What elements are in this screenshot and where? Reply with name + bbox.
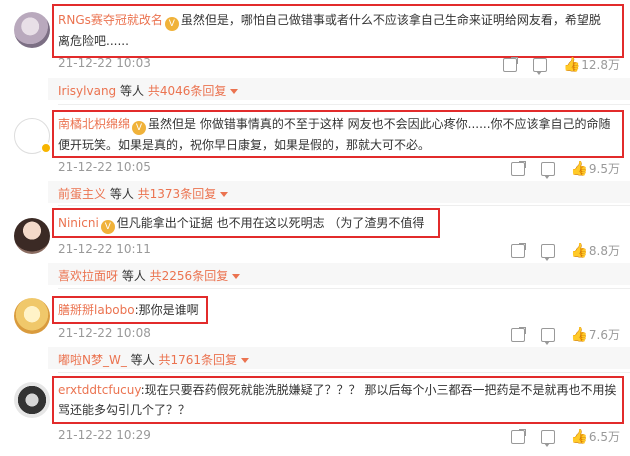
avatar[interactable] — [14, 298, 50, 334]
chevron-down-icon[interactable] — [241, 358, 250, 363]
comment-icon[interactable] — [540, 327, 555, 345]
action-bar: 👍 7.6万 — [495, 326, 620, 345]
comment-body: erxtddtcfucuy:现在只要吞药假死就能洗脱嫌疑了？？？ 那以后每个小三… — [58, 380, 618, 420]
comment-icon[interactable] — [533, 57, 548, 75]
reply-username[interactable]: Irisylvang — [58, 84, 116, 98]
reply-summary[interactable]: 喜欢拉面呀 等人 共2256条回复 — [58, 267, 241, 284]
comment-body: 膳掰掰labobo:那你是谁啊 — [58, 300, 208, 320]
username-link[interactable]: 南橘北枳绵绵 — [58, 117, 130, 131]
comment-body: RNGs赛夺冠就改名 V 虽然但是，哪怕自己做错事或者什么不应该拿自己生命来证明给网… — [58, 10, 618, 51]
avatar[interactable] — [14, 12, 50, 48]
timestamp: 21-12-22 10:29 — [58, 428, 151, 442]
chevron-down-icon[interactable] — [230, 89, 239, 94]
thumbs-up-icon[interactable]: 👍 — [571, 244, 588, 258]
reply-summary[interactable]: 前蛋主义 等人 共1373条回复 — [58, 185, 229, 202]
chevron-down-icon[interactable] — [220, 192, 229, 197]
reply-username[interactable]: 嘟啦N梦_W_ — [58, 353, 127, 367]
reply-count[interactable]: 共2256条回复 — [150, 269, 229, 283]
reply-mid-text: 等人 — [126, 353, 159, 367]
divider — [58, 372, 630, 373]
comment-text: 骂还能多勾引几个了？？ — [58, 403, 191, 417]
like-count: 8.8万 — [588, 244, 620, 258]
comment-body: 南橘北枳绵绵 V 虽然但是 你做错事情真的不至于这样 网友也不会因此心疼你.....… — [58, 114, 618, 155]
avatar[interactable] — [14, 218, 50, 254]
action-bar: 👍 12.8万 — [487, 56, 620, 75]
reply-username[interactable]: 前蛋主义 — [58, 187, 106, 201]
share-icon[interactable] — [510, 428, 526, 444]
reply-count[interactable]: 共1373条回复 — [138, 187, 217, 201]
divider — [58, 205, 630, 206]
comment-text: 那你是谁啊 — [138, 303, 199, 317]
comment-body: Ninicni V 但凡能拿出个证据 也不用在这以死明志 （为了渣男不值得 — [58, 213, 438, 234]
like-count: 9.5万 — [588, 162, 620, 176]
thumbs-up-icon[interactable]: 👍 — [571, 430, 588, 444]
reply-mid-text: 等人 — [106, 187, 138, 201]
username-link[interactable]: Ninicni — [58, 216, 99, 230]
action-bar: 👍 6.5万 — [495, 428, 620, 447]
share-icon[interactable] — [503, 56, 519, 72]
comment-icon[interactable] — [540, 429, 555, 447]
timestamp: 21-12-22 10:08 — [58, 326, 151, 340]
reply-count[interactable]: 共4046条回复 — [148, 84, 227, 98]
username-link[interactable]: erxtddtcfucuy — [58, 383, 141, 397]
comment-text: 虽然但是 你做错事情真的不至于这样 网友也不会因此心疼你......你不应该拿自… — [148, 117, 611, 131]
thumbs-up-icon[interactable]: 👍 — [563, 58, 580, 72]
username-link[interactable]: 膳掰掰labobo — [58, 303, 135, 317]
avatar[interactable] — [14, 382, 50, 418]
divider — [58, 288, 630, 289]
verified-badge-icon — [40, 142, 52, 154]
reply-username[interactable]: 喜欢拉面呀 — [58, 269, 118, 283]
timestamp: 21-12-22 10:05 — [58, 160, 151, 174]
timestamp: 21-12-22 10:11 — [58, 242, 151, 256]
thumbs-up-icon[interactable]: 👍 — [571, 328, 588, 342]
comment-text: 但凡能拿出个证据 也不用在这以死明志 （为了渣男不值得 — [116, 216, 425, 230]
medal-icon: V — [164, 17, 179, 31]
reply-summary[interactable]: Irisylvang 等人 共4046条回复 — [58, 82, 239, 99]
comment-text: 现在只要吞药假死就能洗脱嫌疑了？？？ 那以后每个小三都吞一把药是不是就再也不用挨 — [144, 383, 617, 397]
chevron-down-icon[interactable] — [232, 274, 241, 279]
reply-summary[interactable]: 嘟啦N梦_W_ 等人 共1761条回复 — [58, 351, 250, 368]
share-icon[interactable] — [510, 160, 526, 176]
reply-mid-text: 等人 — [118, 269, 150, 283]
comment-text: 便开玩笑。如果是真的，祝你早日康复，如果是假的，那就大可不必。 — [58, 138, 431, 152]
action-bar: 👍 8.8万 — [495, 242, 620, 261]
comment-text: 离危险吧...... — [58, 34, 129, 48]
like-count: 12.8万 — [581, 58, 620, 72]
medal-icon: V — [132, 121, 147, 135]
divider — [58, 104, 630, 105]
comment-icon[interactable] — [540, 243, 555, 261]
reply-mid-text: 等人 — [116, 84, 148, 98]
timestamp: 21-12-22 10:03 — [58, 56, 151, 70]
username-link[interactable]: RNGs赛夺冠就改名 — [58, 13, 163, 27]
action-bar: 👍 9.5万 — [495, 160, 620, 179]
like-count: 6.5万 — [588, 430, 620, 444]
comment-text: 虽然但是，哪怕自己做错事或者什么不应该拿自己生命来证明给网友看，希望脱 — [180, 13, 601, 27]
reply-count[interactable]: 共1761条回复 — [158, 353, 237, 367]
share-icon[interactable] — [510, 326, 526, 342]
comment-icon[interactable] — [540, 161, 555, 179]
medal-icon: V — [100, 220, 115, 234]
like-count: 7.6万 — [588, 328, 620, 342]
thumbs-up-icon[interactable]: 👍 — [571, 162, 588, 176]
share-icon[interactable] — [510, 242, 526, 258]
